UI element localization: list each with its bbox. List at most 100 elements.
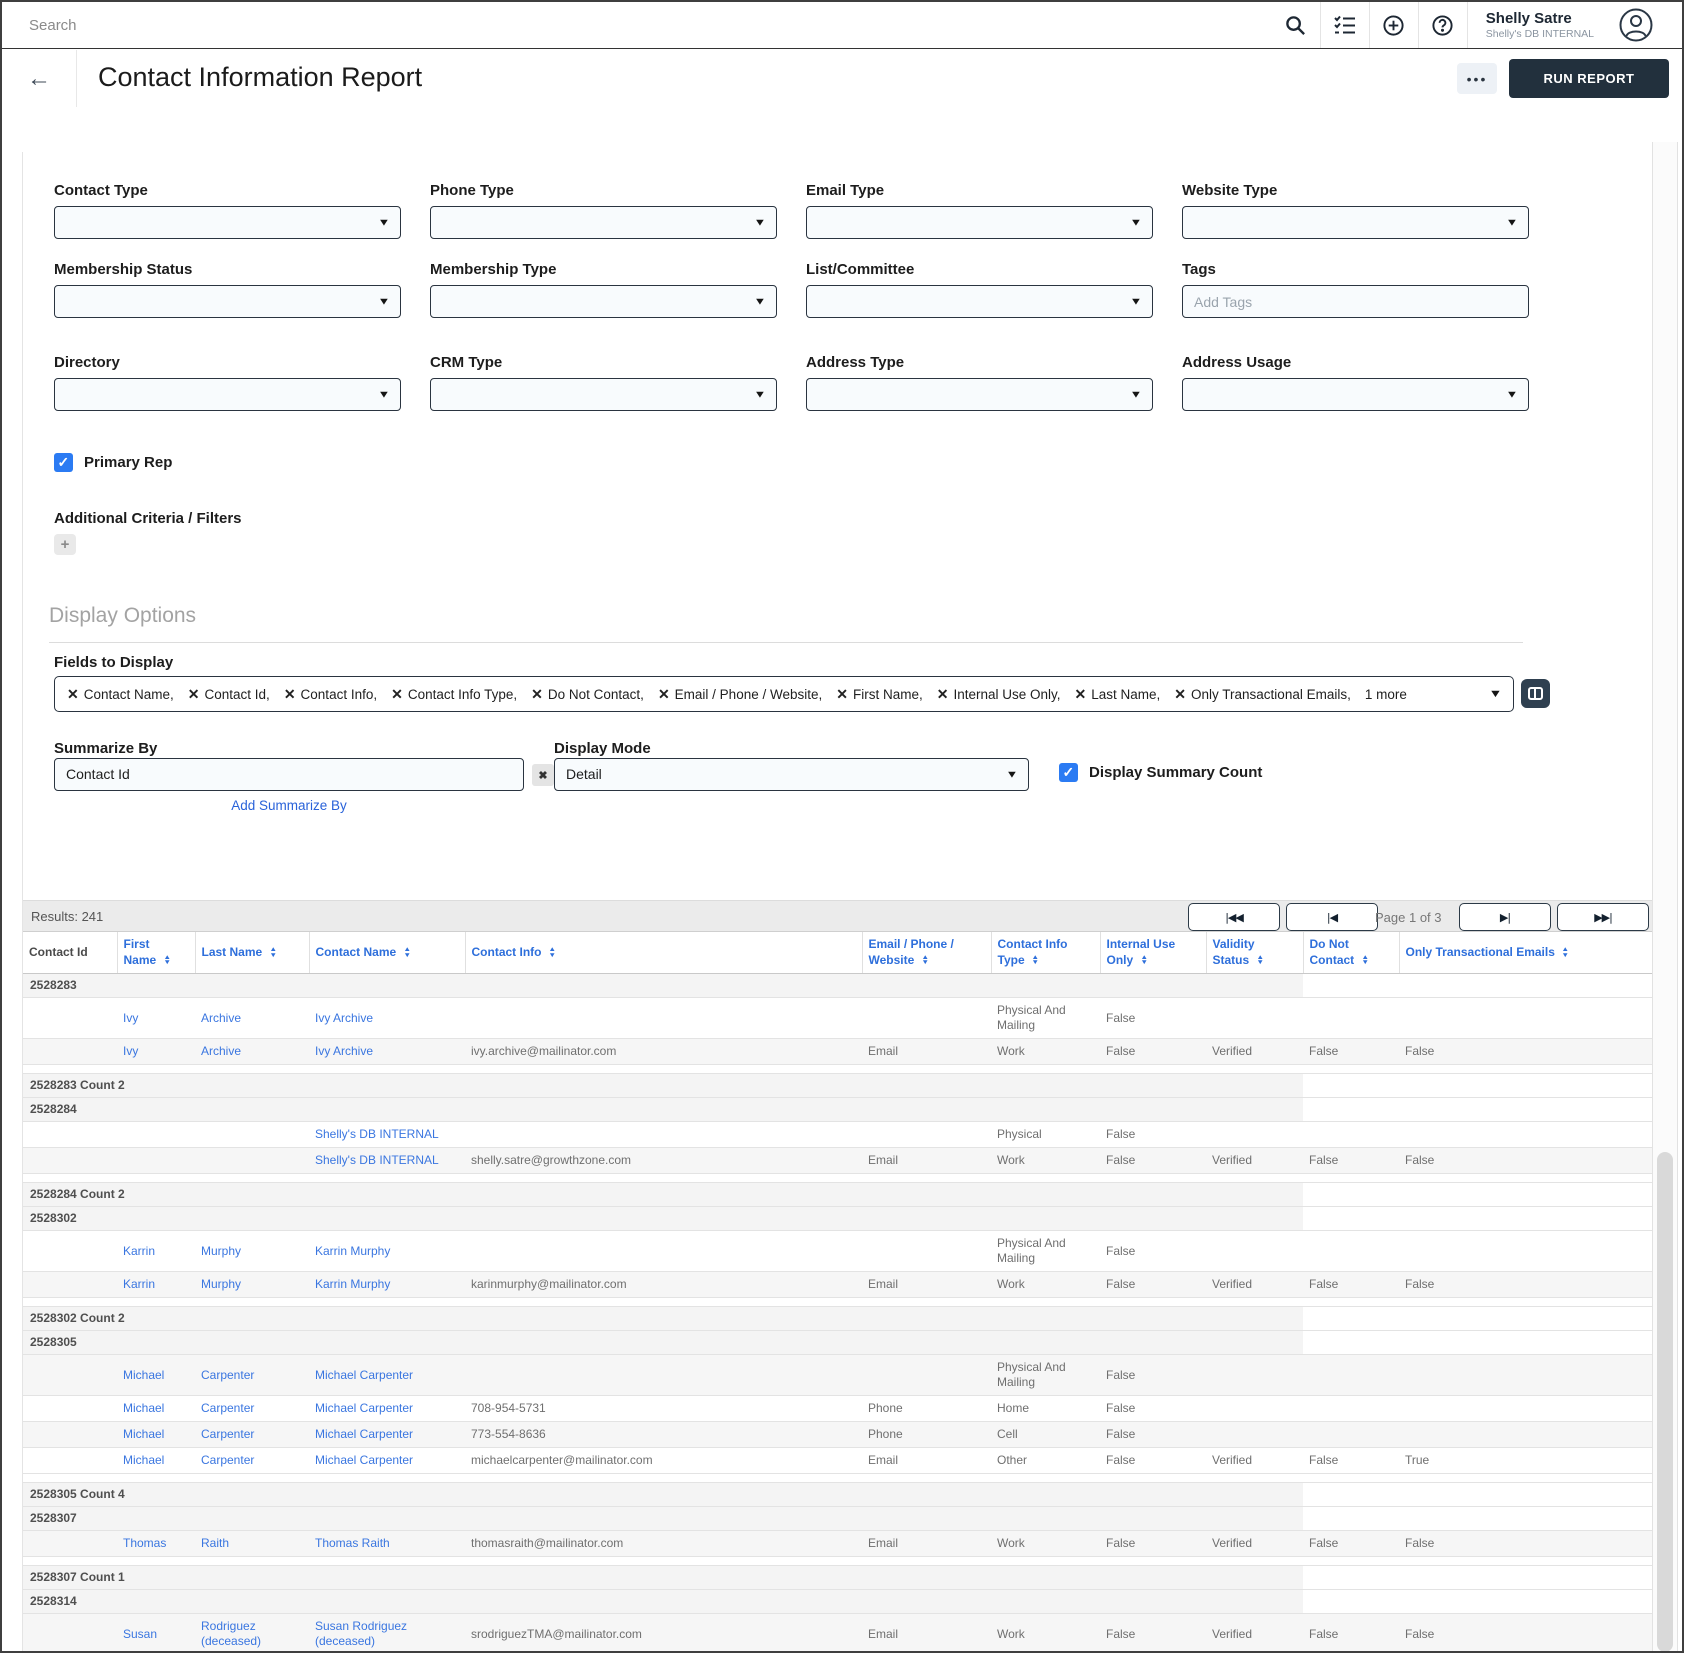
cell-first-name-link[interactable]: Michael [123, 1453, 164, 1467]
filter-select-3[interactable]: ▼ [1182, 206, 1529, 239]
search-input[interactable] [29, 12, 349, 38]
filter-select-9[interactable]: ▼ [430, 378, 777, 411]
first-page-button[interactable]: |◀◀ [1188, 903, 1280, 931]
filter-select-2[interactable]: ▼ [806, 206, 1153, 239]
cell-contact-name-link[interactable]: Ivy Archive [315, 1044, 373, 1058]
cell-channel: Email [862, 1271, 991, 1299]
column-header-last-name[interactable]: Last Name ▲ ▼ [195, 932, 310, 975]
cell-channel: Email [862, 1613, 991, 1651]
back-button[interactable]: ← [2, 50, 77, 107]
filter-select-8[interactable]: ▼ [54, 378, 401, 411]
cell-first-name-link[interactable]: Ivy [123, 1044, 138, 1058]
cell-last-name-link[interactable]: Raith [201, 1536, 229, 1550]
count-row: 2528307 Count 1 [23, 1565, 1653, 1591]
more-options-button[interactable]: ••• [1457, 63, 1497, 94]
next-page-button[interactable]: ▶| [1459, 903, 1551, 931]
remove-chip-icon[interactable]: ✕ [531, 686, 543, 703]
scrollbar[interactable] [1652, 142, 1678, 1651]
column-header-first-name[interactable]: First Name ▲ ▼ [117, 932, 196, 975]
filter-phone-type: Phone Type ▼ [430, 182, 777, 239]
add-summarize-by-link[interactable]: Add Summarize By [54, 798, 524, 813]
remove-chip-icon[interactable]: ✕ [937, 686, 949, 703]
remove-chip-icon[interactable]: ✕ [391, 686, 403, 703]
remove-chip-icon[interactable]: ✕ [1075, 686, 1087, 703]
cell-last-name-link[interactable]: Archive [201, 1044, 241, 1058]
last-page-button[interactable]: ▶▶| [1557, 903, 1649, 931]
cell-contact-name-link[interactable]: Ivy Archive [315, 1011, 373, 1025]
remove-chip-icon[interactable]: ✕ [1174, 686, 1186, 703]
spacer-row [23, 1173, 1653, 1184]
run-report-button[interactable]: RUN REPORT [1509, 59, 1669, 98]
remove-summarize-button[interactable]: ✖ [532, 764, 554, 786]
field-chip: ✕ Internal Use Only, [937, 686, 1061, 703]
cell-contact-name-link[interactable]: Michael Carpenter [315, 1401, 413, 1415]
checklist-icon[interactable] [1319, 2, 1369, 48]
column-header-only-transactional-emails[interactable]: Only Transactional Emails ▲ ▼ [1399, 932, 1654, 975]
column-layout-button[interactable] [1521, 679, 1550, 708]
primary-rep-checkbox[interactable] [54, 453, 73, 472]
cell-contact-name-link[interactable]: Susan Rodriguez (deceased) [315, 1619, 407, 1648]
cell-first-name-link[interactable]: Karrin [123, 1244, 155, 1258]
column-header-validity-status[interactable]: Validity Status ▲ ▼ [1206, 932, 1304, 975]
filter-select-5[interactable]: ▼ [430, 285, 777, 318]
cell-last-name-link[interactable]: Rodriguez (deceased) [201, 1619, 261, 1648]
remove-chip-icon[interactable]: ✕ [284, 686, 296, 703]
cell-first-name-link[interactable]: Ivy [123, 1011, 138, 1025]
column-header-email-phone-website[interactable]: Email / Phone / Website ▲ ▼ [862, 932, 992, 975]
fields-to-display-multiselect[interactable]: ✕ Contact Name, ✕ Contact Id, ✕ Contact Info,… [54, 676, 1514, 712]
cell-contact-name-link[interactable]: Shelly's DB INTERNAL [315, 1127, 439, 1141]
cell-last-name-link[interactable]: Murphy [201, 1244, 241, 1258]
cell-first-name-link[interactable]: Michael [123, 1401, 164, 1415]
cell-first-name-link[interactable]: Michael [123, 1368, 164, 1382]
add-icon[interactable] [1368, 2, 1418, 48]
scrollbar-thumb[interactable] [1657, 1152, 1673, 1651]
page-title: Contact Information Report [98, 62, 423, 92]
filter-select-1[interactable]: ▼ [430, 206, 777, 239]
cell-last-name-link[interactable]: Archive [201, 1011, 241, 1025]
display-mode-select[interactable]: Detail ▼ [554, 758, 1029, 791]
primary-rep-label: Primary Rep [84, 454, 173, 471]
cell-first-name-link[interactable]: Susan [123, 1627, 157, 1641]
tags-input[interactable] [1182, 285, 1529, 318]
cell-contact-name-link[interactable]: Thomas Raith [315, 1536, 390, 1550]
remove-chip-icon[interactable]: ✕ [836, 686, 848, 703]
column-header-contact-info[interactable]: Contact Info ▲ ▼ [465, 932, 863, 975]
cell-last-name-link[interactable]: Carpenter [201, 1427, 254, 1441]
filter-select-0[interactable]: ▼ [54, 206, 401, 239]
remove-chip-icon[interactable]: ✕ [67, 686, 79, 703]
column-header-contact-info-type[interactable]: Contact Info Type ▲ ▼ [991, 932, 1101, 975]
cell-contact-name-link[interactable]: Karrin Murphy [315, 1277, 390, 1291]
cell-last-name-link[interactable]: Carpenter [201, 1401, 254, 1415]
cell-last-name-link[interactable]: Carpenter [201, 1368, 254, 1382]
remove-chip-icon[interactable]: ✕ [188, 686, 200, 703]
display-summary-count-checkbox[interactable] [1059, 763, 1078, 782]
help-icon[interactable] [1417, 2, 1467, 48]
column-header-internal-use-only[interactable]: Internal Use Only ▲ ▼ [1100, 932, 1207, 975]
cell-last-name-link[interactable]: Carpenter [201, 1453, 254, 1467]
cell-contact-name-link[interactable]: Karrin Murphy [315, 1244, 390, 1258]
summarize-by-field[interactable]: Contact Id [54, 758, 524, 791]
summarize-by-value: Contact Id [66, 766, 130, 782]
cell-contact-name-link[interactable]: Michael Carpenter [315, 1453, 413, 1467]
cell-last-name-link[interactable]: Murphy [201, 1277, 241, 1291]
remove-chip-icon[interactable]: ✕ [658, 686, 670, 703]
search-icon[interactable] [1271, 2, 1320, 48]
cell-contact-name-link[interactable]: Shelly's DB INTERNAL [315, 1153, 439, 1167]
top-bar: Shelly Satre Shelly's DB INTERNAL [2, 2, 1682, 49]
previous-page-button[interactable]: |◀ [1286, 903, 1378, 931]
user-menu[interactable]: Shelly Satre Shelly's DB INTERNAL [1466, 2, 1612, 48]
column-header-do-not-contact[interactable]: Do Not Contact ▲ ▼ [1303, 932, 1400, 975]
add-criteria-button[interactable]: + [54, 534, 76, 555]
column-header-contact-name[interactable]: Contact Name ▲ ▼ [309, 932, 466, 975]
cell-first-name-link[interactable]: Michael [123, 1427, 164, 1441]
avatar-icon[interactable] [1618, 7, 1654, 43]
cell-first-name-link[interactable]: Karrin [123, 1277, 155, 1291]
filter-membership-status: Membership Status ▼ [54, 261, 401, 318]
cell-first-name-link[interactable]: Thomas [123, 1536, 166, 1550]
filter-select-11[interactable]: ▼ [1182, 378, 1529, 411]
cell-contact-name-link[interactable]: Michael Carpenter [315, 1427, 413, 1441]
cell-contact-name-link[interactable]: Michael Carpenter [315, 1368, 413, 1382]
filter-select-6[interactable]: ▼ [806, 285, 1153, 318]
filter-select-4[interactable]: ▼ [54, 285, 401, 318]
filter-select-10[interactable]: ▼ [806, 378, 1153, 411]
